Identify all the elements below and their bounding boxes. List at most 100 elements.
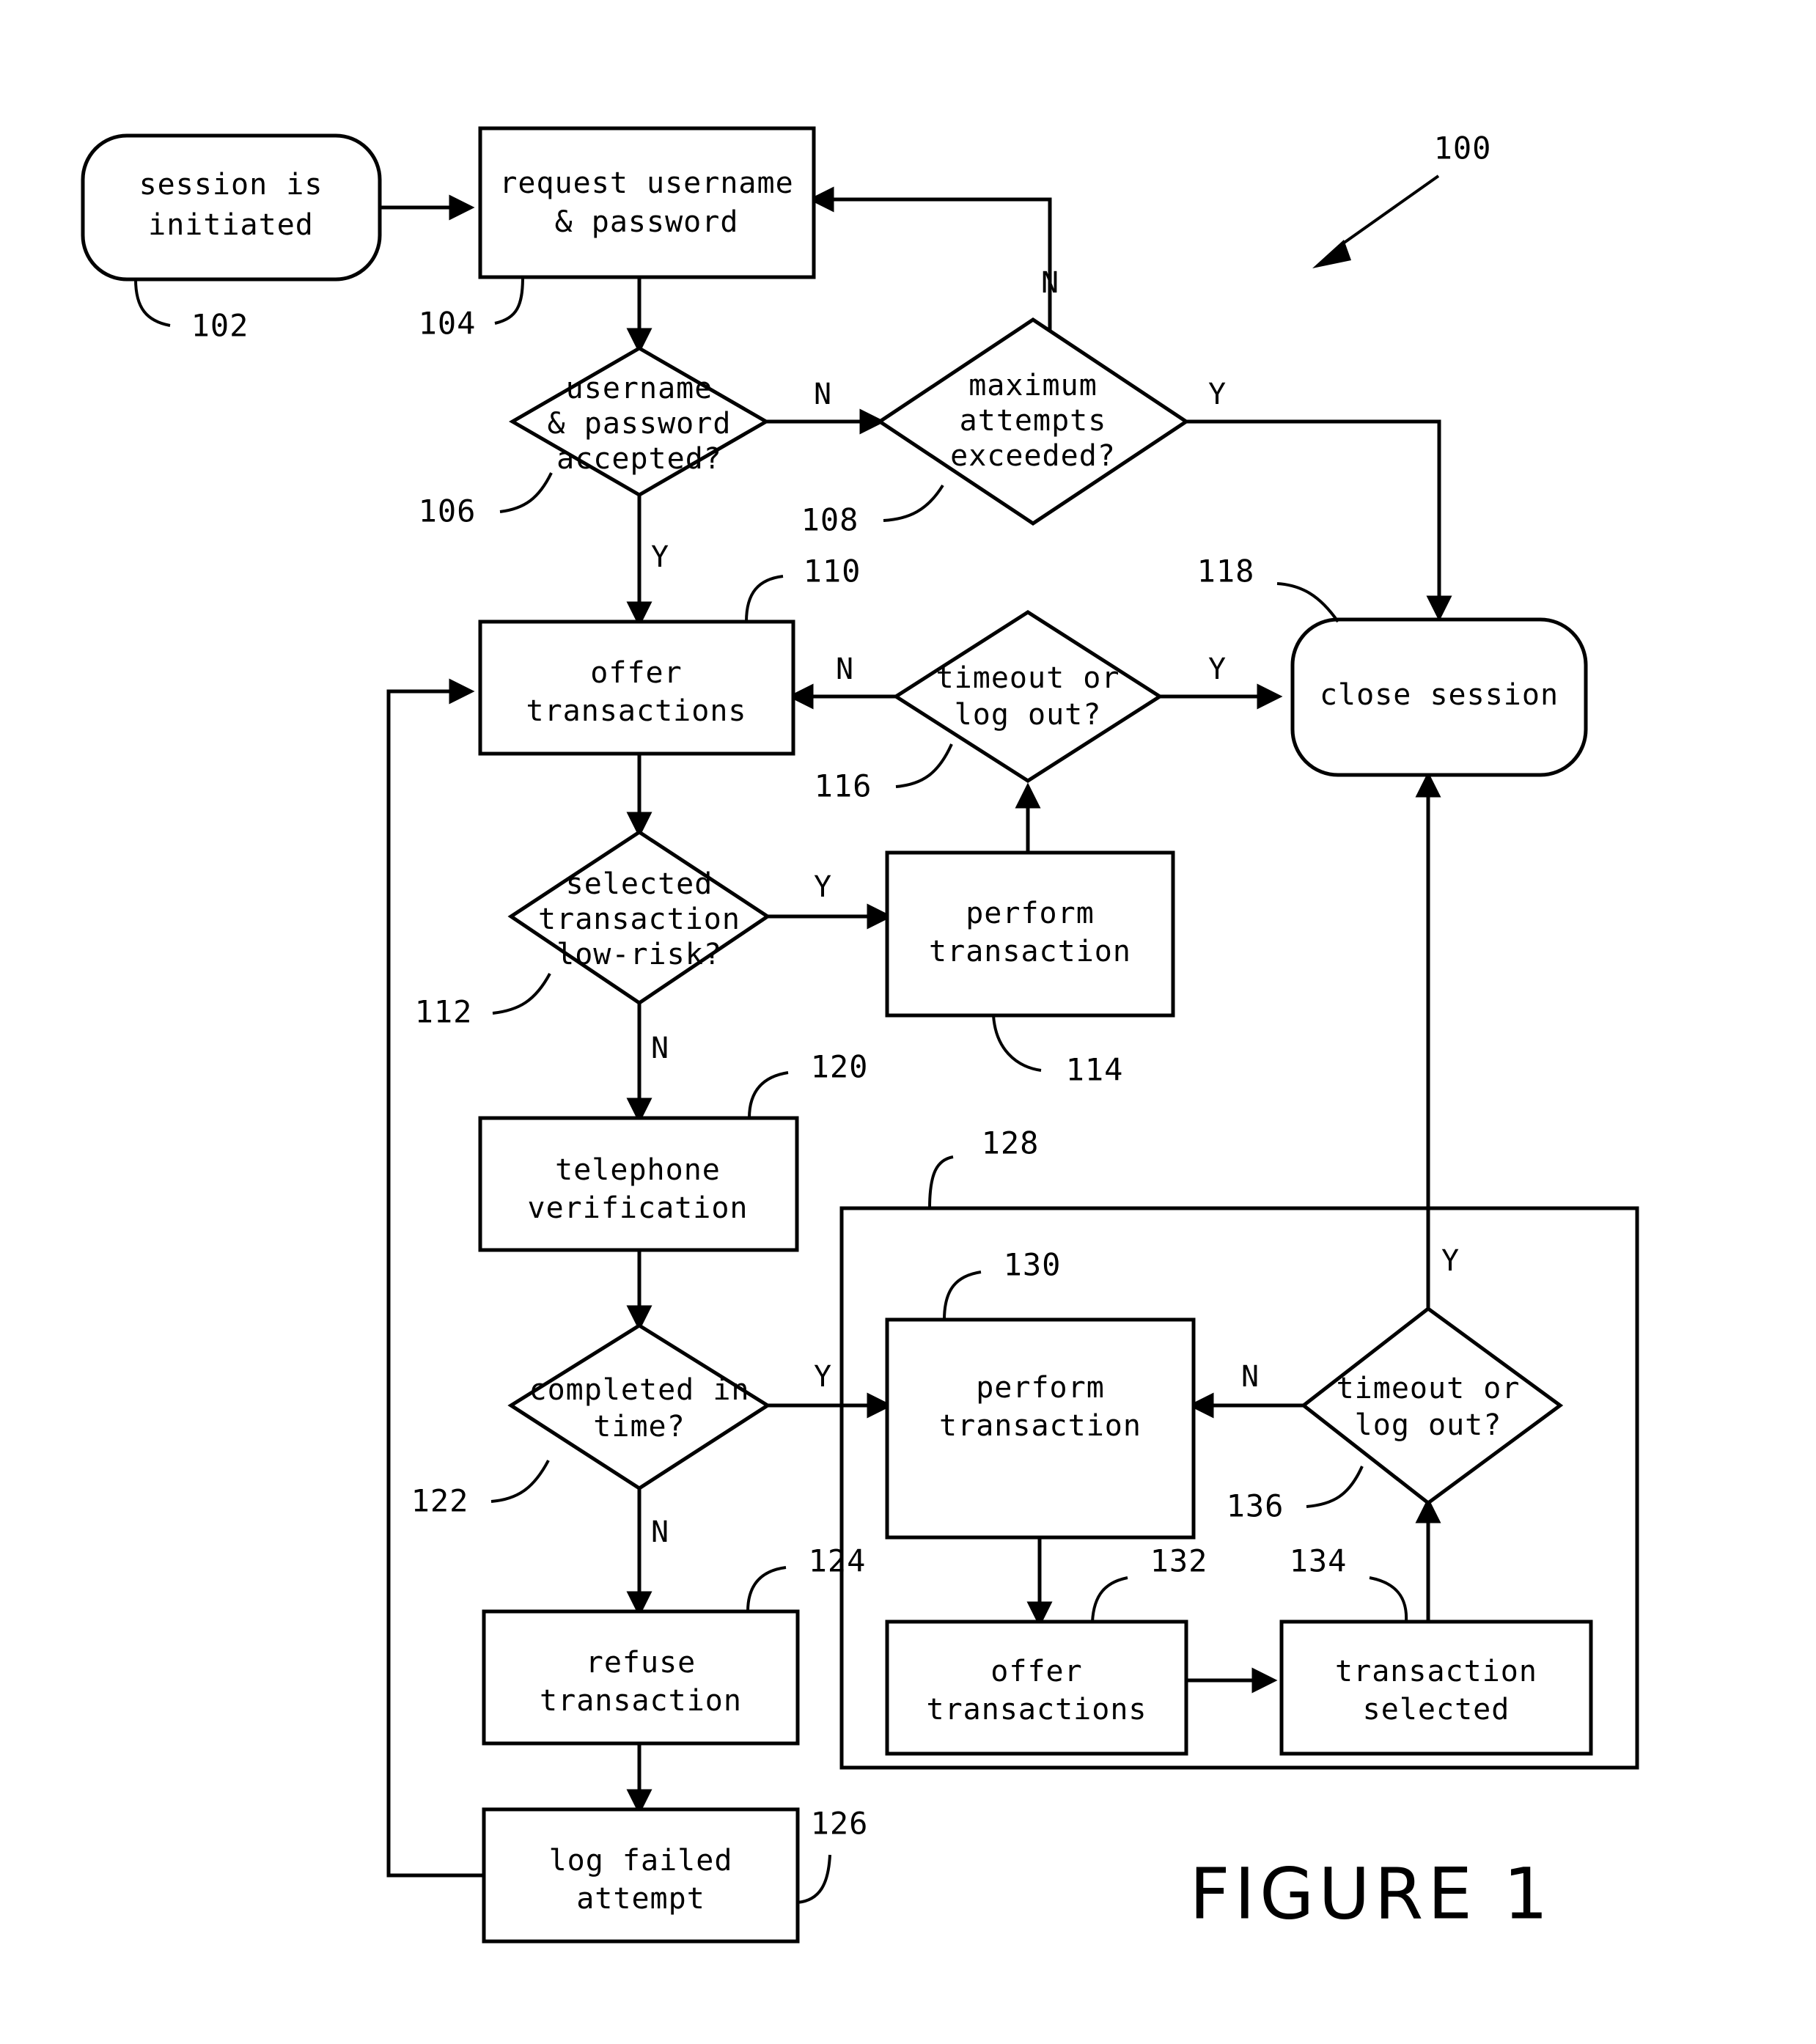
node-timeout-logout-2: timeout or log out? 136 (1227, 1306, 1564, 1524)
node-line-1: verification (528, 1191, 749, 1225)
node-shape-diamond (892, 610, 1164, 783)
node-line-1: transaction (929, 935, 1131, 968)
node-line-0: offer (590, 656, 682, 690)
node-shape-rect (478, 126, 816, 279)
ref-number-134: 134 (1290, 1543, 1348, 1579)
leader-134 (1369, 1576, 1408, 1622)
figure-caption: FIGURE 1 (1189, 1853, 1552, 1935)
arrowhead-100 (1312, 240, 1351, 268)
node-line-1: transaction (540, 1684, 742, 1718)
branch-label-lowrisk-yes: Y (814, 870, 831, 904)
branch-label-max-no: N (1041, 266, 1059, 300)
ref-number-108: 108 (801, 502, 859, 538)
ref-number-104: 104 (419, 306, 477, 342)
ref-number-116: 116 (815, 768, 872, 804)
node-line-0: session is (139, 168, 323, 202)
node-shape-rect (885, 850, 1175, 1018)
ref-number-102: 102 (191, 308, 249, 344)
branch-label-timeout1-no: N (836, 652, 853, 686)
branch-label-credentials-yes: Y (651, 540, 669, 574)
node-line-0: perform (966, 897, 1095, 930)
node-credentials-accepted: username & password accepted? 106 (419, 346, 770, 529)
node-line-0: transaction (1335, 1655, 1537, 1688)
ref-number-106: 106 (419, 493, 477, 529)
leader-106 (499, 472, 553, 513)
leader-120 (748, 1071, 789, 1119)
ref-number-112: 112 (415, 994, 473, 1030)
node-offer-transactions-1: offer transactions 110 (478, 554, 861, 756)
ref-number-130: 130 (1004, 1247, 1062, 1283)
leader-100 (1342, 174, 1440, 245)
node-line-0: selected (566, 867, 713, 901)
ref-number-110: 110 (804, 554, 861, 589)
ref-number-132: 132 (1150, 1543, 1208, 1579)
ref-number-122: 122 (411, 1483, 469, 1519)
node-shape-diamond (1300, 1306, 1564, 1506)
node-line-1: initiated (148, 208, 314, 242)
node-line-1: attempt (576, 1882, 705, 1916)
leader-124 (746, 1566, 787, 1612)
node-line-2: accepted? (556, 442, 722, 476)
node-line-0: maximum (968, 369, 1098, 402)
branch-label-credentials-no: N (814, 378, 831, 411)
node-telephone-verification: telephone verification 120 (478, 1049, 869, 1252)
connector-max-no-to-request (808, 186, 1052, 330)
ref-number-128: 128 (982, 1125, 1040, 1161)
node-line-0: offer (990, 1655, 1082, 1688)
leader-118 (1276, 582, 1339, 623)
node-offer-transactions-2: offer transactions 132 (885, 1543, 1208, 1756)
node-line-0: perform (976, 1371, 1105, 1405)
leader-114 (992, 1015, 1042, 1072)
leader-112 (492, 973, 551, 1015)
node-line-0: log failed (549, 1844, 733, 1878)
node-max-attempts: maximum attempts exceeded? 108 (801, 317, 1190, 538)
leader-136 (1306, 1466, 1364, 1508)
node-line-1: & password (555, 205, 739, 239)
node-line-0: refuse (586, 1646, 696, 1680)
node-low-risk: selected transaction low-risk? 112 (415, 830, 771, 1030)
branch-label-max-yes: Y (1208, 378, 1226, 411)
node-line-1: transaction (538, 902, 740, 936)
leader-110 (745, 575, 784, 622)
leader-132 (1091, 1576, 1128, 1622)
branch-label-completed-no: N (651, 1515, 669, 1549)
node-line-0: close session (1320, 678, 1559, 712)
patent-figure: 128 N N Y Y N Y Y N Y N N Y session is i… (0, 0, 1816, 2044)
node-line-2: exceeded? (950, 439, 1116, 473)
ref-number-100: 100 (1434, 130, 1492, 166)
node-line-0: telephone (555, 1153, 721, 1187)
node-timeout-logout-1: timeout or log out? 116 (815, 610, 1164, 804)
ref-number-136: 136 (1227, 1488, 1284, 1524)
node-line-0: completed in (529, 1373, 750, 1407)
node-perform-transaction-2: perform transaction 130 (885, 1247, 1196, 1540)
node-shape-diamond (507, 1323, 771, 1490)
ref-number-124: 124 (809, 1543, 867, 1579)
node-log-failed-attempt: log failed attempt 126 (482, 1806, 869, 1944)
leader-116 (895, 743, 953, 788)
branch-label-completed-yes: Y (814, 1360, 831, 1394)
node-line-1: log out? (1355, 1408, 1502, 1442)
node-line-1: log out? (955, 698, 1102, 732)
overall-reference-pointer: 100 (1312, 130, 1492, 268)
flowchart-canvas: 128 N N Y Y N Y Y N Y N N Y session is i… (81, 126, 1639, 1944)
node-line-0: timeout or (1337, 1372, 1521, 1405)
branch-label-lowrisk-no: N (651, 1032, 669, 1065)
ref-number-114: 114 (1066, 1052, 1124, 1088)
branch-label-timeout2-yes: Y (1441, 1244, 1459, 1278)
node-session-initiated: session is initiated 102 (81, 133, 382, 344)
ref-number-120: 120 (811, 1049, 869, 1085)
node-line-1: transactions (526, 694, 747, 728)
ref-number-118: 118 (1197, 554, 1255, 589)
node-completed-in-time: completed in time? 122 (411, 1323, 771, 1519)
node-line-2: low-risk? (556, 938, 722, 971)
node-close-session: close session 118 (1197, 554, 1588, 777)
ref-number-126: 126 (811, 1806, 869, 1842)
node-line-1: transactions (927, 1693, 1147, 1727)
node-line-1: time? (593, 1410, 685, 1444)
node-shape-rounded (81, 133, 382, 282)
leader-104 (494, 276, 524, 325)
leader-102 (134, 279, 171, 327)
node-line-0: timeout or (936, 661, 1120, 695)
node-line-1: attempts (960, 404, 1107, 438)
node-perform-transaction-1: perform transaction 114 (885, 850, 1175, 1088)
